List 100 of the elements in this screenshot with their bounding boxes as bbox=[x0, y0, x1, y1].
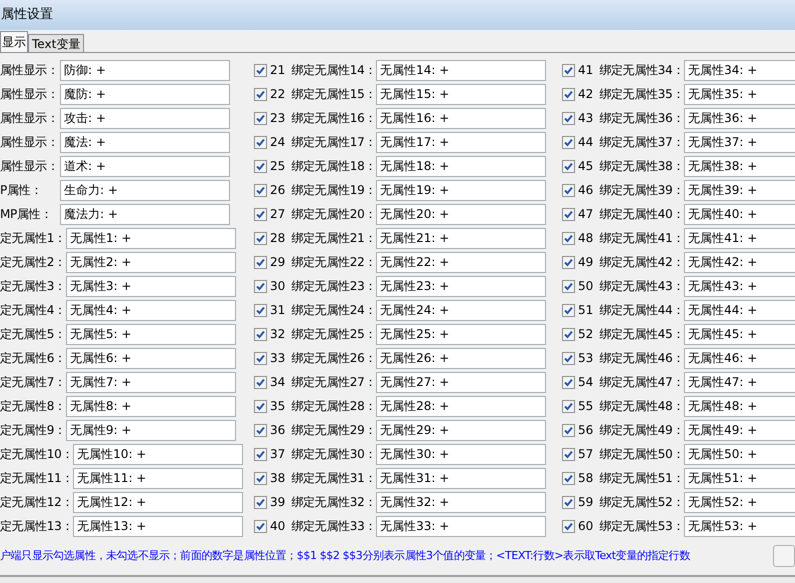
input-field[interactable]: 无属性11: + bbox=[73, 468, 244, 488]
checkbox[interactable] bbox=[562, 424, 575, 436]
input-field[interactable]: 无属性4: + bbox=[66, 300, 236, 320]
checkbox[interactable] bbox=[254, 160, 267, 172]
input-field[interactable]: 无属性39: + bbox=[684, 180, 795, 200]
input-field[interactable]: 无属性18: + bbox=[376, 156, 546, 176]
input-field[interactable]: 无属性44: + bbox=[684, 300, 795, 320]
input-field[interactable]: 攻击: + bbox=[60, 108, 230, 128]
checkbox[interactable] bbox=[562, 496, 575, 508]
input-field[interactable]: 无属性21: + bbox=[376, 228, 546, 248]
checkbox[interactable] bbox=[562, 472, 575, 484]
input-field[interactable]: 无属性29: + bbox=[376, 420, 546, 440]
tab[interactable]: Text变量 bbox=[28, 34, 84, 52]
input-field[interactable]: 无属性8: + bbox=[66, 396, 236, 416]
checkbox[interactable] bbox=[254, 184, 267, 196]
checkbox[interactable] bbox=[562, 280, 575, 292]
input-field[interactable]: 生命力: + bbox=[60, 180, 230, 200]
checkbox[interactable] bbox=[254, 472, 267, 484]
input-field[interactable]: 无属性46: + bbox=[684, 348, 795, 368]
checkbox[interactable] bbox=[254, 64, 267, 76]
input-field[interactable]: 无属性33: + bbox=[376, 516, 546, 536]
input-field[interactable]: 无属性12: + bbox=[73, 492, 244, 512]
input-field[interactable]: 无属性17: + bbox=[376, 132, 546, 152]
input-field[interactable]: 无属性15: + bbox=[376, 84, 546, 104]
checkbox[interactable] bbox=[562, 184, 575, 196]
input-field[interactable]: 防御: + bbox=[60, 60, 230, 80]
input-field[interactable]: 无属性20: + bbox=[376, 204, 546, 224]
input-field[interactable]: 无属性24: + bbox=[376, 300, 546, 320]
checkbox[interactable] bbox=[562, 448, 575, 460]
input-field[interactable]: 无属性30: + bbox=[376, 444, 546, 464]
input-field[interactable]: 无属性9: + bbox=[66, 420, 236, 440]
input-field[interactable]: 无属性43: + bbox=[684, 276, 795, 296]
input-field[interactable]: 无属性50: + bbox=[684, 444, 795, 464]
input-field[interactable]: 魔法: + bbox=[60, 132, 230, 152]
checkbox[interactable] bbox=[254, 280, 267, 292]
input-field[interactable]: 无属性3: + bbox=[66, 276, 236, 296]
input-field[interactable]: 无属性28: + bbox=[376, 396, 546, 416]
input-field[interactable]: 无属性48: + bbox=[684, 396, 795, 416]
input-field[interactable]: 无属性26: + bbox=[376, 348, 546, 368]
input-field[interactable]: 无属性7: + bbox=[66, 372, 236, 392]
input-field[interactable]: 无属性37: + bbox=[684, 132, 795, 152]
checkbox[interactable] bbox=[562, 328, 575, 340]
checkbox[interactable] bbox=[254, 304, 267, 316]
input-field[interactable]: 无属性38: + bbox=[684, 156, 795, 176]
checkbox[interactable] bbox=[254, 112, 267, 124]
input-field[interactable]: 无属性10: + bbox=[73, 444, 244, 464]
checkbox[interactable] bbox=[562, 376, 575, 388]
checkbox[interactable] bbox=[562, 520, 575, 532]
checkbox[interactable] bbox=[254, 256, 267, 268]
checkbox[interactable] bbox=[254, 328, 267, 340]
input-field[interactable]: 无属性45: + bbox=[684, 324, 795, 344]
checkbox[interactable] bbox=[254, 448, 267, 460]
checkbox[interactable] bbox=[254, 424, 267, 436]
input-field[interactable]: 无属性35: + bbox=[684, 84, 795, 104]
input-field[interactable]: 无属性25: + bbox=[376, 324, 546, 344]
checkbox[interactable] bbox=[254, 88, 267, 100]
checkbox[interactable] bbox=[254, 352, 267, 364]
checkbox[interactable] bbox=[562, 352, 575, 364]
input-field[interactable]: 无属性16: + bbox=[376, 108, 546, 128]
checkbox[interactable] bbox=[254, 376, 267, 388]
input-field[interactable]: 无属性31: + bbox=[376, 468, 546, 488]
checkbox[interactable] bbox=[254, 208, 267, 220]
checkbox[interactable] bbox=[562, 136, 575, 148]
input-field[interactable]: 无属性2: + bbox=[66, 252, 236, 272]
input-field[interactable]: 无属性41: + bbox=[684, 228, 795, 248]
checkbox[interactable] bbox=[562, 232, 575, 244]
input-field[interactable]: 魔防: + bbox=[60, 84, 230, 104]
checkbox[interactable] bbox=[254, 520, 267, 532]
checkbox[interactable] bbox=[562, 88, 575, 100]
checkbox[interactable] bbox=[562, 304, 575, 316]
checkbox[interactable] bbox=[562, 160, 575, 172]
checkbox[interactable] bbox=[254, 400, 267, 412]
checkbox[interactable] bbox=[562, 208, 575, 220]
input-field[interactable]: 无属性40: + bbox=[684, 204, 795, 224]
checkbox[interactable] bbox=[254, 496, 267, 508]
input-field[interactable]: 无属性19: + bbox=[376, 180, 546, 200]
input-field[interactable]: 无属性22: + bbox=[376, 252, 546, 272]
input-field[interactable]: 无属性34: + bbox=[684, 60, 795, 80]
input-field[interactable]: 无属性32: + bbox=[376, 492, 546, 512]
checkbox[interactable] bbox=[254, 136, 267, 148]
input-field[interactable]: 无属性49: + bbox=[684, 420, 795, 440]
input-field[interactable]: 无属性6: + bbox=[66, 348, 236, 368]
input-field[interactable]: 无属性13: + bbox=[73, 516, 244, 536]
input-field[interactable]: 无属性1: + bbox=[66, 228, 236, 248]
tab[interactable]: 显示 bbox=[0, 31, 28, 52]
input-field[interactable]: 无属性47: + bbox=[684, 372, 795, 392]
input-field[interactable]: 无属性27: + bbox=[376, 372, 546, 392]
input-field[interactable]: 无属性53: + bbox=[684, 516, 795, 536]
input-field[interactable]: 无属性42: + bbox=[684, 252, 795, 272]
input-field[interactable]: 无属性23: + bbox=[376, 276, 546, 296]
checkbox[interactable] bbox=[562, 64, 575, 76]
checkbox[interactable] bbox=[562, 112, 575, 124]
input-field[interactable]: 魔法力: + bbox=[60, 204, 230, 224]
checkbox[interactable] bbox=[254, 232, 267, 244]
checkbox[interactable] bbox=[562, 256, 575, 268]
checkbox[interactable] bbox=[562, 400, 575, 412]
input-field[interactable]: 道术: + bbox=[60, 156, 230, 176]
input-field[interactable]: 无属性52: + bbox=[684, 492, 795, 512]
input-field[interactable]: 无属性14: + bbox=[376, 60, 546, 80]
input-field[interactable]: 无属性5: + bbox=[66, 324, 236, 344]
